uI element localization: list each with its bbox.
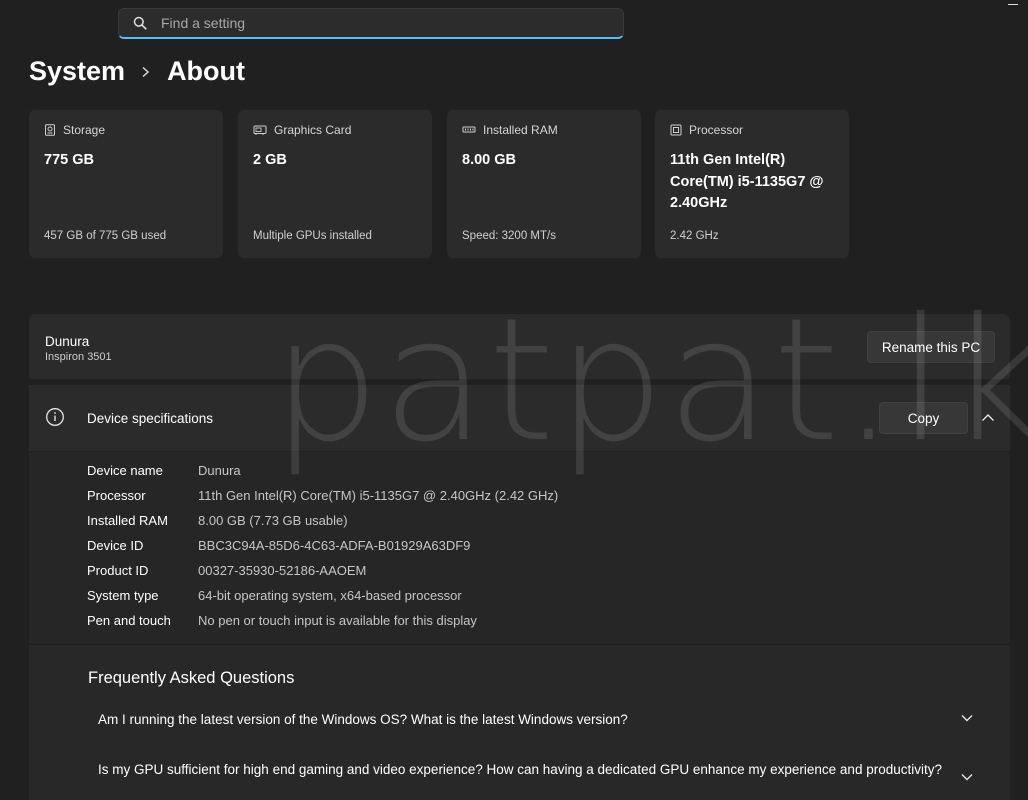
spec-label: Processor bbox=[87, 488, 146, 503]
graphics-card-icon bbox=[253, 125, 267, 135]
spec-row: Device ID BBC3C94A-85D6-4C63-ADFA-B01929… bbox=[87, 538, 470, 553]
faq-item[interactable]: Is my GPU sufficient for high end gaming… bbox=[98, 760, 978, 779]
card-subtitle: Speed: 3200 MT/s bbox=[462, 230, 556, 242]
card-value: 8.00 GB bbox=[462, 152, 516, 168]
search-icon bbox=[133, 16, 147, 30]
faq-section: Frequently Asked Questions Am I running … bbox=[29, 645, 1010, 800]
device-specifications-header[interactable]: Device specifications Copy bbox=[29, 385, 1010, 451]
faq-title: Frequently Asked Questions bbox=[88, 669, 295, 687]
card-header: Installed RAM bbox=[462, 123, 558, 137]
info-icon bbox=[46, 408, 64, 426]
settings-window: System About Storage 775 GB 457 GB of 77… bbox=[0, 0, 1028, 800]
card-title: Processor bbox=[689, 123, 744, 137]
spec-label: Product ID bbox=[87, 563, 149, 578]
spec-row: Installed RAM 8.00 GB (7.73 GB usable) bbox=[87, 513, 348, 528]
card-subtitle: Multiple GPUs installed bbox=[253, 230, 372, 242]
device-specifications-title: Device specifications bbox=[87, 411, 214, 426]
device-specifications-list: Device name Dunura Processor 11th Gen In… bbox=[29, 452, 1010, 644]
search-input[interactable] bbox=[159, 14, 603, 32]
card-value: 2 GB bbox=[253, 152, 287, 168]
card-header: Graphics Card bbox=[253, 123, 351, 137]
rename-pc-button[interactable]: Rename this PC bbox=[867, 331, 995, 363]
pc-name: Dunura bbox=[45, 334, 90, 349]
spec-value: Dunura bbox=[198, 463, 241, 478]
storage-card[interactable]: Storage 775 GB 457 GB of 775 GB used bbox=[29, 110, 223, 258]
spec-row: Product ID 00327-35930-52186-AAOEM bbox=[87, 563, 366, 578]
page-title: About bbox=[167, 56, 246, 86]
card-header: Storage bbox=[44, 123, 105, 137]
spec-value: 64-bit operating system, x64-based proce… bbox=[198, 588, 462, 603]
spec-value: No pen or touch input is available for t… bbox=[198, 613, 477, 628]
spec-row: System type 64-bit operating system, x64… bbox=[87, 588, 462, 603]
pc-model: Inspiron 3501 bbox=[45, 351, 112, 363]
ram-card[interactable]: Installed RAM 8.00 GB Speed: 3200 MT/s bbox=[447, 110, 641, 258]
card-subtitle: 2.42 GHz bbox=[670, 230, 719, 242]
processor-card[interactable]: Processor 11th Gen Intel(R) Core(TM) i5-… bbox=[655, 110, 849, 258]
spec-label: Device ID bbox=[87, 538, 144, 553]
card-subtitle: 457 GB of 775 GB used bbox=[44, 230, 167, 242]
spec-row: Pen and touch No pen or touch input is a… bbox=[87, 613, 477, 628]
breadcrumb-system[interactable]: System bbox=[29, 56, 125, 87]
spec-row: Processor 11th Gen Intel(R) Core(TM) i5-… bbox=[87, 488, 558, 503]
storage-icon bbox=[45, 124, 55, 136]
card-value: 775 GB bbox=[44, 152, 94, 168]
search-box[interactable] bbox=[118, 8, 624, 39]
spec-label: System type bbox=[87, 588, 159, 603]
spec-value: BBC3C94A-85D6-4C63-ADFA-B01929A63DF9 bbox=[198, 538, 471, 553]
spec-value: 8.00 GB (7.73 GB usable) bbox=[198, 513, 348, 528]
faq-item[interactable]: Am I running the latest version of the W… bbox=[98, 710, 978, 729]
chevron-down-icon[interactable] bbox=[959, 710, 975, 726]
card-title: Graphics Card bbox=[274, 123, 352, 137]
spec-label: Device name bbox=[87, 463, 163, 478]
chevron-right-icon bbox=[141, 66, 151, 78]
graphics-card-card[interactable]: Graphics Card 2 GB Multiple GPUs install… bbox=[238, 110, 432, 258]
card-header: Processor bbox=[670, 123, 743, 137]
copy-button[interactable]: Copy bbox=[879, 402, 968, 434]
spec-row: Device name Dunura bbox=[87, 463, 241, 478]
card-title: Installed RAM bbox=[483, 123, 558, 137]
chevron-up-icon[interactable] bbox=[979, 409, 997, 427]
breadcrumb: System About bbox=[29, 56, 245, 87]
ram-icon bbox=[462, 126, 476, 133]
spec-label: Pen and touch bbox=[87, 613, 171, 628]
processor-icon bbox=[670, 124, 682, 136]
card-value: 11th Gen Intel(R) Core(TM) i5-1135G7 @ 2… bbox=[670, 152, 824, 211]
spec-value: 11th Gen Intel(R) Core(TM) i5-1135G7 @ 2… bbox=[198, 488, 559, 503]
pc-name-section: Dunura Inspiron 3501 Rename this PC bbox=[29, 314, 1010, 379]
spec-label: Installed RAM bbox=[87, 513, 168, 528]
card-title: Storage bbox=[63, 123, 106, 137]
minimize-button[interactable] bbox=[1008, 4, 1018, 5]
spec-value: 00327-35930-52186-AAOEM bbox=[198, 563, 367, 578]
chevron-down-icon[interactable] bbox=[959, 769, 975, 785]
